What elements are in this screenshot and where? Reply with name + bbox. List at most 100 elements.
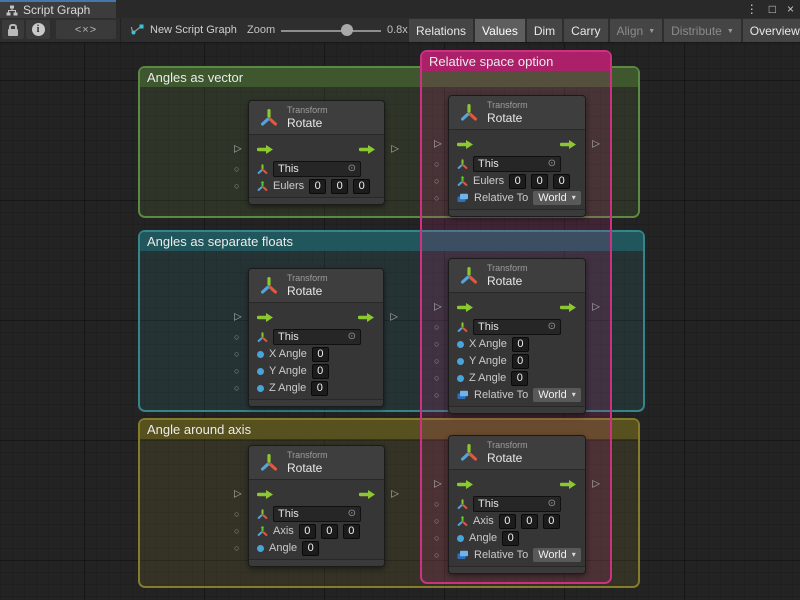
zoom-slider-handle[interactable] — [341, 24, 353, 36]
value-input[interactable]: 0 — [521, 514, 538, 529]
zoom-slider-track[interactable] — [281, 30, 381, 32]
value-input-port[interactable]: ○ — [434, 373, 439, 383]
value-input-port[interactable]: ○ — [234, 164, 239, 174]
flow-output-port[interactable]: ▷ — [391, 489, 399, 500]
transform-icon — [457, 159, 468, 170]
distribute-button[interactable]: Distribute ▼ — [664, 19, 741, 42]
flow-output-port[interactable]: ▷ — [592, 139, 600, 150]
carry-button[interactable]: Carry — [564, 19, 607, 42]
node-rotate-eulers-relative[interactable]: Transform Rotate ▷ ▷ ○ This ⊙ — [448, 95, 586, 217]
inspector-button[interactable]: i — [26, 20, 50, 39]
value-input-port[interactable]: ○ — [434, 322, 439, 332]
value-input[interactable]: 0 — [531, 174, 548, 189]
value-input[interactable]: 0 — [543, 514, 560, 529]
distribute-label: Distribute — [671, 24, 722, 38]
flow-input-port[interactable]: ▷ — [434, 139, 442, 150]
overview-button[interactable]: Overview — [743, 19, 800, 42]
value-input-port[interactable]: ○ — [434, 390, 439, 400]
object-picker-icon[interactable]: ⊙ — [348, 162, 356, 176]
value-input[interactable]: 0 — [299, 524, 316, 539]
object-picker-icon[interactable]: ⊙ — [548, 497, 556, 511]
value-input-port[interactable]: ○ — [434, 193, 439, 203]
graph-canvas[interactable]: Angles as vector Angles as separate floa… — [0, 43, 800, 600]
value-input-port[interactable]: ○ — [234, 526, 239, 536]
value-input-port[interactable]: ○ — [234, 543, 239, 553]
this-object-field[interactable]: This ⊙ — [473, 319, 561, 335]
node-rotate-axis-angle[interactable]: Transform Rotate ▷ ▷ ○ This ⊙ — [248, 445, 385, 567]
flow-output-port[interactable]: ▷ — [390, 312, 398, 323]
value-input[interactable]: 0 — [511, 371, 528, 386]
value-input-port[interactable]: ○ — [434, 339, 439, 349]
relations-button[interactable]: Relations — [409, 19, 473, 42]
node-category: Transform — [287, 273, 328, 284]
carry-label: Carry — [571, 24, 600, 38]
value-input[interactable]: 0 — [331, 179, 348, 194]
node-rotate-axis-angle-relative[interactable]: Transform Rotate ▷ ▷ ○ This ⊙ — [448, 435, 586, 574]
value-input-port[interactable]: ○ — [234, 181, 239, 191]
value-input-port[interactable]: ○ — [434, 159, 439, 169]
this-object-field[interactable]: This ⊙ — [273, 506, 361, 522]
relative-to-dropdown[interactable]: World ▾ — [533, 548, 581, 562]
window-menu-icon[interactable]: ⋮ — [746, 2, 758, 16]
relative-to-dropdown[interactable]: World ▾ — [533, 388, 581, 402]
flow-input-port[interactable]: ▷ — [434, 479, 442, 490]
object-picker-icon[interactable]: ⊙ — [548, 157, 556, 171]
value-input-port[interactable]: ○ — [234, 349, 239, 359]
flow-output-port[interactable]: ▷ — [391, 144, 399, 155]
edit-code-button[interactable]: <×> — [56, 20, 116, 39]
node-rotate-eulers[interactable]: Transform Rotate ▷ ▷ ○ This ⊙ — [248, 100, 385, 205]
relative-to-dropdown[interactable]: World ▾ — [533, 191, 581, 205]
value-input[interactable]: 0 — [309, 179, 326, 194]
value-input-port[interactable]: ○ — [234, 366, 239, 376]
dim-button[interactable]: Dim — [527, 19, 562, 42]
value-input-port[interactable]: ○ — [434, 499, 439, 509]
this-object-field[interactable]: This ⊙ — [473, 496, 561, 512]
node-rotate-xyz-relative[interactable]: Transform Rotate ▷ ▷ ○ This ⊙ — [448, 258, 586, 414]
value-input-port[interactable]: ○ — [234, 332, 239, 342]
port-label: Eulers — [473, 175, 504, 187]
value-input[interactable]: 0 — [312, 364, 329, 379]
window-maximize-icon[interactable]: □ — [769, 2, 776, 16]
value-input[interactable]: 0 — [343, 524, 360, 539]
object-picker-icon[interactable]: ⊙ — [348, 507, 356, 521]
this-object-field[interactable]: This ⊙ — [273, 161, 361, 177]
value-input[interactable]: 0 — [502, 531, 519, 546]
values-button[interactable]: Values — [475, 19, 525, 42]
value-input-port[interactable]: ○ — [434, 550, 439, 560]
value-input[interactable]: 0 — [312, 347, 329, 362]
value-input-port[interactable]: ○ — [434, 533, 439, 543]
value-input[interactable]: 0 — [509, 174, 526, 189]
value-input-port[interactable]: ○ — [434, 176, 439, 186]
this-object-field[interactable]: This ⊙ — [473, 156, 561, 172]
group-header[interactable]: Relative space option — [422, 52, 610, 71]
value-input[interactable]: 0 — [353, 179, 370, 194]
flow-output-port[interactable]: ▷ — [592, 479, 600, 490]
this-object-field[interactable]: This ⊙ — [273, 329, 361, 345]
value-input-port[interactable]: ○ — [434, 356, 439, 366]
align-button[interactable]: Align ▼ — [610, 19, 663, 42]
flow-input-port[interactable]: ▷ — [234, 489, 242, 500]
tab-script-graph[interactable]: Script Graph — [0, 0, 116, 18]
value-input[interactable]: 0 — [512, 354, 529, 369]
flow-input-port[interactable]: ▷ — [234, 312, 242, 323]
flow-output-port[interactable]: ▷ — [592, 302, 600, 313]
window-close-icon[interactable]: × — [787, 2, 794, 16]
value-input-port[interactable]: ○ — [434, 516, 439, 526]
value-input[interactable]: 0 — [553, 174, 570, 189]
value-input[interactable]: 0 — [311, 381, 328, 396]
value-input[interactable]: 0 — [499, 514, 516, 529]
this-field-value: This — [278, 162, 299, 176]
value-input[interactable]: 0 — [302, 541, 319, 556]
value-input-port[interactable]: ○ — [234, 509, 239, 519]
node-rotate-xyz[interactable]: Transform Rotate ▷ ▷ ○ This ⊙ — [248, 268, 384, 407]
object-picker-icon[interactable]: ⊙ — [348, 330, 356, 344]
value-input[interactable]: 0 — [321, 524, 338, 539]
flow-input-port[interactable]: ▷ — [434, 302, 442, 313]
lock-button[interactable] — [2, 20, 24, 39]
flow-input-port[interactable]: ▷ — [234, 144, 242, 155]
value-input-port[interactable]: ○ — [234, 383, 239, 393]
value-input[interactable]: 0 — [512, 337, 529, 352]
object-picker-icon[interactable]: ⊙ — [548, 320, 556, 334]
graph-name-button[interactable]: New Script Graph — [130, 20, 237, 39]
float-icon — [257, 351, 264, 358]
